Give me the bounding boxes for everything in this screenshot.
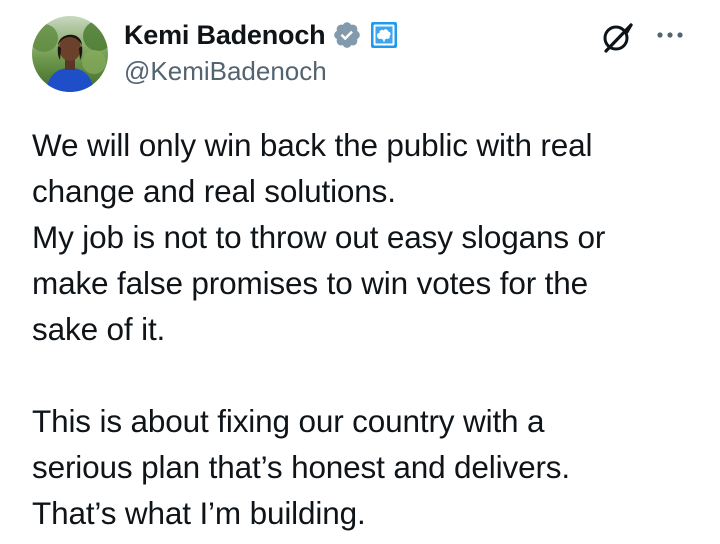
tweet-text: We will only win back the public with re… (32, 127, 606, 531)
more-options-icon[interactable] (652, 20, 688, 50)
author-name-row: Kemi Badenoch (124, 17, 398, 53)
grok-icon[interactable] (600, 20, 636, 56)
author-handle[interactable]: @KemiBadenoch (124, 56, 327, 87)
profile-photo-icon (32, 16, 108, 92)
conservative-party-tree-icon[interactable] (370, 21, 398, 49)
verified-badge-icon[interactable] (332, 20, 362, 50)
display-name[interactable]: Kemi Badenoch (124, 20, 326, 51)
avatar[interactable] (32, 16, 108, 92)
tweet: Kemi Badenoch @KemiBadenoch We will only… (0, 0, 720, 544)
